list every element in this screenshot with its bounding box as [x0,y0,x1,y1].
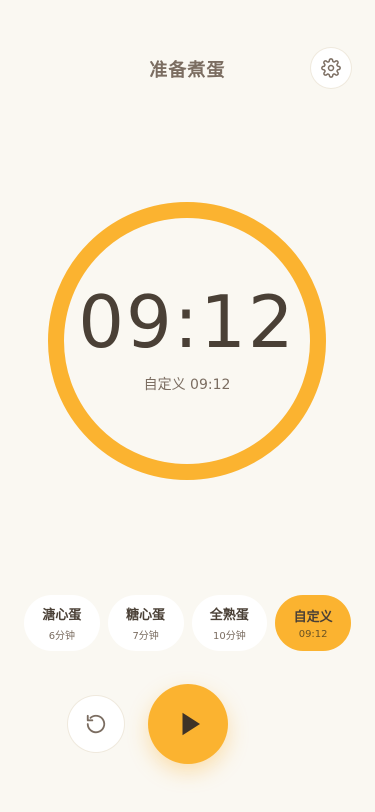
preset-custom[interactable]: 自定义 09:12 [275,595,351,651]
reset-icon [86,714,106,734]
play-button[interactable] [148,684,228,764]
preset-name: 全熟蛋 [209,608,249,623]
preset-duration: 10分钟 [213,631,246,642]
preset-hard-boiled[interactable]: 全熟蛋 10分钟 [191,595,268,651]
time-remaining: 09:12 [78,280,296,364]
preset-duration: 6分钟 [48,631,76,642]
timer-dial: 09:12 自定义 09:12 [48,202,326,480]
header: 准备煮蛋 [0,44,375,92]
settings-button[interactable] [311,48,351,88]
preset-name: 自定义 [293,610,333,625]
gear-icon [321,58,341,78]
timer-controls [0,684,375,764]
reset-button[interactable] [68,696,124,752]
play-icon [182,712,200,736]
timer-readout: 09:12 自定义 09:12 [48,286,326,394]
preset-list: 溏心蛋 6分钟 糖心蛋 7分钟 全熟蛋 10分钟 自定义 09:12 [24,595,351,651]
preset-name: 溏心蛋 [42,608,82,623]
preset-soft-boiled[interactable]: 溏心蛋 6分钟 [24,595,100,651]
preset-duration: 7分钟 [132,631,159,642]
preset-name: 糖心蛋 [126,608,166,623]
egg-timer-screen: 准备煮蛋 09:12 自定义 09:12 溏心蛋 6分钟 糖心蛋 7分钟 全熟蛋 [0,0,375,812]
preset-duration: 09:12 [298,629,328,640]
timer-mode-label: 自定义 09:12 [143,377,231,393]
preset-jammy[interactable]: 糖心蛋 7分钟 [107,595,184,651]
